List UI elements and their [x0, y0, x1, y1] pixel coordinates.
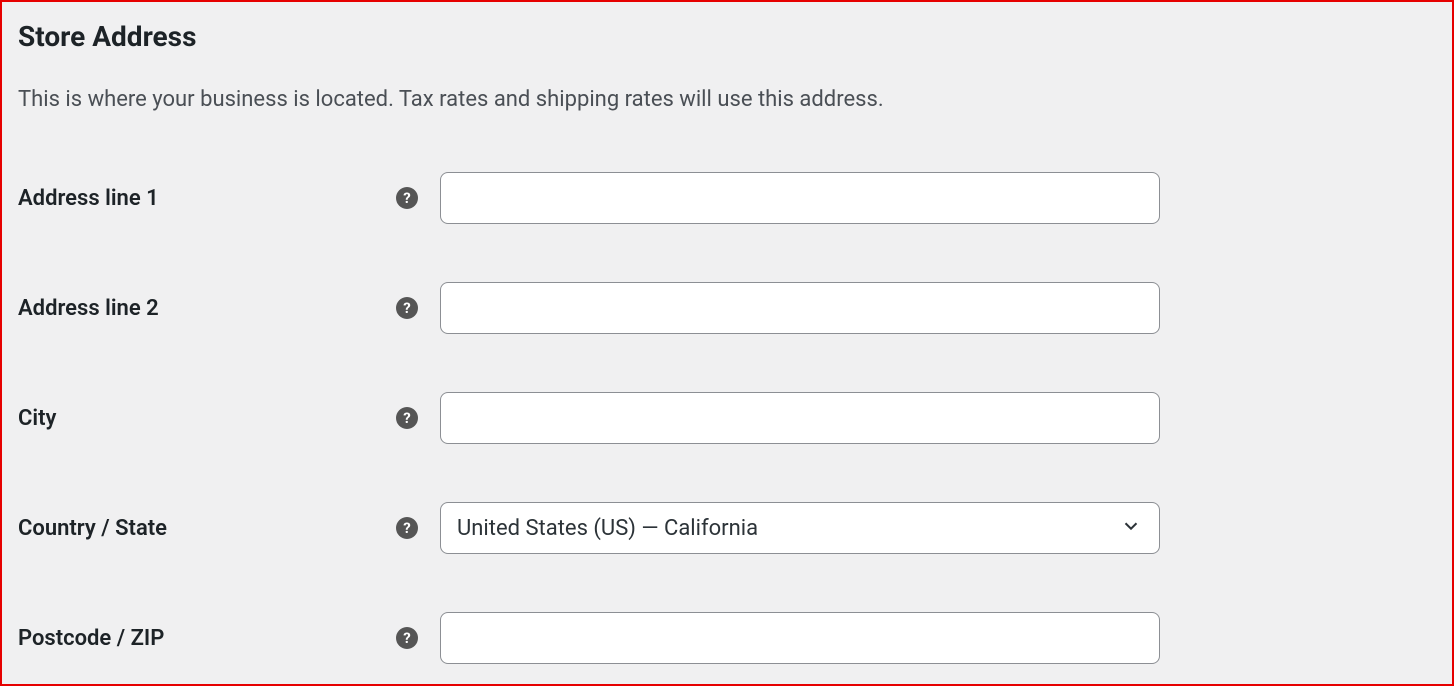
help-icon[interactable]: ?: [396, 407, 418, 429]
label-postcode: Postcode / ZIP: [18, 626, 396, 651]
label-address1: Address line 1: [18, 186, 396, 211]
row-country-state: Country / State ? United States (US) — C…: [18, 502, 1436, 554]
help-icon[interactable]: ?: [396, 627, 418, 649]
row-postcode: Postcode / ZIP ?: [18, 612, 1436, 664]
help-icon[interactable]: ?: [396, 297, 418, 319]
section-title: Store Address: [18, 20, 1436, 53]
store-address-panel: Store Address This is where your busines…: [0, 0, 1454, 686]
city-input[interactable]: [440, 392, 1160, 444]
section-description: This is where your business is located. …: [18, 87, 1436, 112]
label-country-state: Country / State: [18, 516, 396, 541]
address1-input[interactable]: [440, 172, 1160, 224]
row-city: City ?: [18, 392, 1436, 444]
help-icon[interactable]: ?: [396, 187, 418, 209]
address2-input[interactable]: [440, 282, 1160, 334]
country-state-selected-value: United States (US) — California: [457, 516, 758, 541]
row-address2: Address line 2 ?: [18, 282, 1436, 334]
help-icon[interactable]: ?: [396, 517, 418, 539]
label-city: City: [18, 406, 396, 431]
label-address2: Address line 2: [18, 296, 396, 321]
country-state-select[interactable]: United States (US) — California: [440, 502, 1160, 554]
postcode-input[interactable]: [440, 612, 1160, 664]
row-address1: Address line 1 ?: [18, 172, 1436, 224]
